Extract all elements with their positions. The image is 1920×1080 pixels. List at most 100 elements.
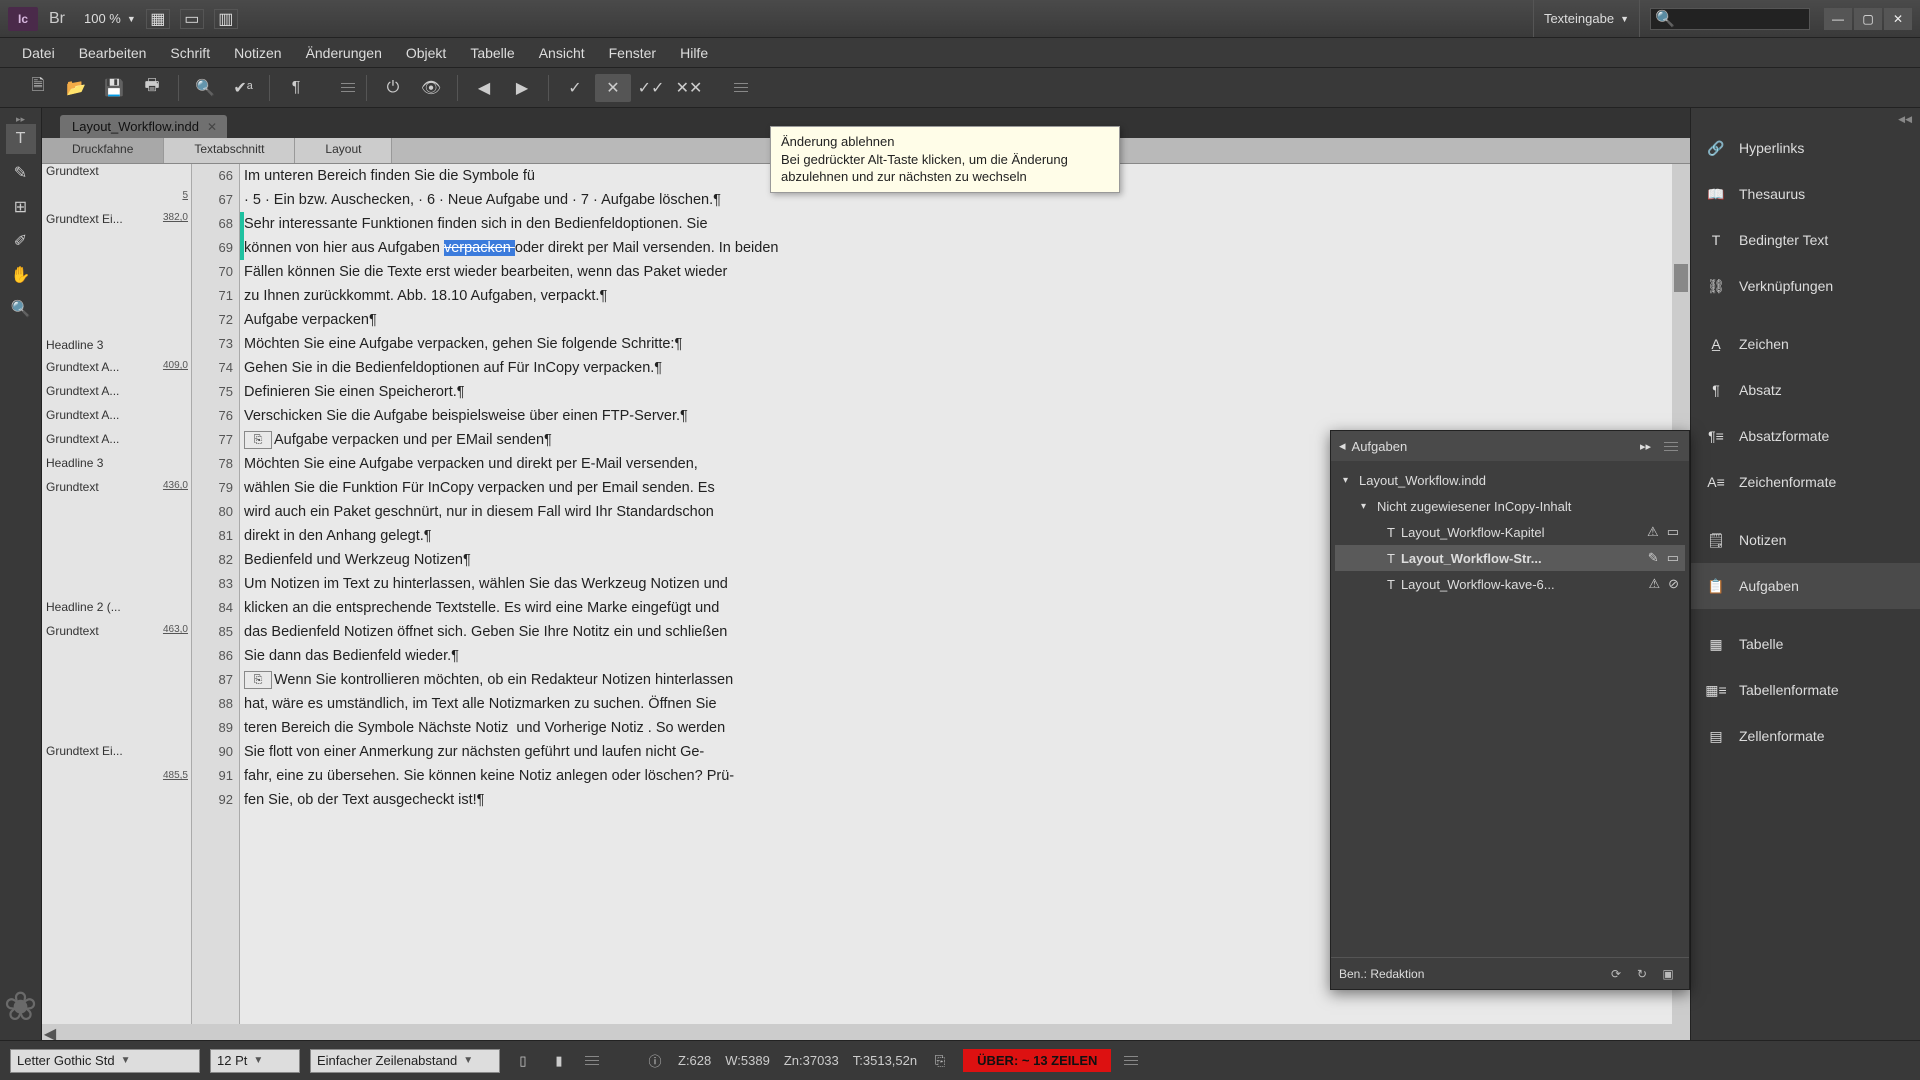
aufgaben-panel-header[interactable]: ◂ Aufgaben ▸▸ [1331,431,1689,461]
disclosure-icon[interactable]: ▾ [1361,501,1371,512]
view-mode-drop-3[interactable]: ▥ [214,9,238,29]
accept-change-icon[interactable]: ✓ [557,74,593,102]
new-doc-icon[interactable]: 🗎 [20,74,56,102]
panel-toggle-icon[interactable]: ◂ [1339,438,1346,454]
note-tool[interactable]: ✎ [6,158,36,188]
info-icon[interactable]: ⓘ [642,1050,668,1072]
goto-icon[interactable]: ▣ [1655,967,1681,981]
track-power-icon[interactable]: ⏻ [375,74,411,102]
scroll-left-icon[interactable]: ◀ [42,1024,58,1040]
hand-tool[interactable]: ✋ [6,260,36,290]
accept-all-icon[interactable]: ✓✓ [633,74,669,102]
text-line[interactable]: Sehr interessante Funktionen finden sich… [244,212,1672,236]
open-icon[interactable]: 📂 [58,74,94,102]
panel-absatz[interactable]: ¶Absatz [1691,367,1920,413]
columns-icon-1[interactable]: ▯ [510,1050,536,1072]
panel-bedingter text[interactable]: TBedingter Text [1691,217,1920,263]
disclosure-icon[interactable]: ▾ [1343,475,1353,486]
panel-verknüpfungen[interactable]: ⛓Verknüpfungen [1691,263,1920,309]
track-preview-icon[interactable]: 👁 [413,74,449,102]
panel-aufgaben[interactable]: 📋Aufgaben [1691,563,1920,609]
panel-tabelle[interactable]: ▦Tabelle [1691,621,1920,667]
panel-collapse-icon[interactable]: ▸▸ [1640,440,1651,453]
scrollbar-thumb[interactable] [1674,264,1688,292]
font-select[interactable]: Letter Gothic Std▼ [10,1049,200,1073]
view-mode-drop-1[interactable]: ▦ [146,9,170,29]
panel-notizen[interactable]: 🗒Notizen [1691,517,1920,563]
next-change-icon[interactable]: ▶ [504,74,540,102]
leading-select[interactable]: Einfacher Zeilenabstand▼ [310,1049,500,1073]
font-size-select[interactable]: 12 Pt▼ [210,1049,300,1073]
menu-bearbeiten[interactable]: Bearbeiten [67,45,159,61]
panel-menu-icon[interactable] [1661,442,1681,451]
zoom-level[interactable]: 100 %▼ [84,11,136,26]
close-button[interactable]: ✕ [1884,8,1912,30]
text-line[interactable]: Aufgabe verpacken¶ [244,308,1672,332]
aufgaben-item[interactable]: TLayout_Workflow-kave-6...⚠⊘ [1335,571,1685,597]
type-tool[interactable]: T [6,124,36,154]
print-icon[interactable]: 🖶 [134,74,170,102]
text-line[interactable]: Fällen können Sie die Texte erst wieder … [244,260,1672,284]
update-icon[interactable]: ⟳ [1603,967,1629,981]
workspace-switcher[interactable]: Texteingabe▼ [1533,0,1640,37]
panel-zeichenformate[interactable]: A≡Zeichenformate [1691,459,1920,505]
menu-tabelle[interactable]: Tabelle [458,45,526,61]
menu-datei[interactable]: Datei [10,45,67,61]
tracked-deletion[interactable]: verpacken [444,240,515,256]
panel-tabellenformate[interactable]: ▦≡Tabellenformate [1691,667,1920,713]
bridge-icon[interactable]: Br [44,8,70,30]
menu-objekt[interactable]: Objekt [394,45,458,61]
overset-icon[interactable]: ⎘ [927,1050,953,1072]
minimize-button[interactable]: — [1824,8,1852,30]
menu-ansicht[interactable]: Ansicht [527,45,597,61]
text-line[interactable]: Möchten Sie eine Aufgabe verpacken, gehe… [244,332,1672,356]
zoom-tool[interactable]: 🔍 [6,294,36,324]
toolbar-menu-1[interactable] [338,83,358,92]
panel-zeichen[interactable]: A̲Zeichen [1691,321,1920,367]
menu-schrift[interactable]: Schrift [158,45,222,61]
eyedropper-tool[interactable]: ✐ [6,226,36,256]
search-input[interactable]: 🔍 [1650,8,1810,30]
horizontal-scrollbar[interactable]: ◀ [42,1024,1690,1040]
menu-notizen[interactable]: Notizen [222,45,293,61]
text-line[interactable]: Definieren Sie einen Speicherort.¶ [244,380,1672,404]
text-line[interactable]: Verschicken Sie die Aufgabe beispielswei… [244,404,1672,428]
toolbar-menu-2[interactable] [731,83,751,92]
refresh-icon[interactable]: ↻ [1629,967,1655,981]
text-line[interactable]: können von hier aus Aufgaben verpacken o… [244,236,1672,260]
tree-group[interactable]: ▾ Nicht zugewiesener InCopy-Inhalt [1335,493,1685,519]
pilcrow-icon[interactable]: ¶ [278,74,314,102]
view-tab-druckfahne[interactable]: Druckfahne [42,138,164,163]
reject-all-icon[interactable]: ✕✕ [671,74,707,102]
aufgaben-item[interactable]: TLayout_Workflow-Kapitel⚠▭ [1335,519,1685,545]
tree-root[interactable]: ▾ Layout_Workflow.indd [1335,467,1685,493]
prev-change-icon[interactable]: ◀ [466,74,502,102]
panel-zellenformate[interactable]: ▤Zellenformate [1691,713,1920,759]
view-tab-textabschnitt[interactable]: Textabschnitt [164,138,295,163]
dock-collapse-icon[interactable]: ◀◀ [1691,114,1920,125]
reject-change-button[interactable]: ✕ [595,74,631,102]
view-mode-drop-2[interactable]: ▭ [180,9,204,29]
view-tab-layout[interactable]: Layout [295,138,392,163]
menu-hilfe[interactable]: Hilfe [668,45,720,61]
text-line[interactable]: Gehen Sie in die Bedienfeldoptionen auf … [244,356,1672,380]
save-icon[interactable]: 💾 [96,74,132,102]
columns-icon-2[interactable]: ▮ [546,1050,572,1072]
panel-thesaurus[interactable]: 📖Thesaurus [1691,171,1920,217]
position-tool[interactable]: ⊞ [6,192,36,222]
maximize-button[interactable]: ▢ [1854,8,1882,30]
panel-hyperlinks[interactable]: 🔗Hyperlinks [1691,125,1920,171]
palette-collapse-icon[interactable]: ▸▸ [16,114,25,120]
menu-änderungen[interactable]: Änderungen [294,45,394,61]
document-tab[interactable]: Layout_Workflow.indd ✕ [60,115,227,138]
status-menu-2[interactable] [1121,1056,1141,1065]
menu-fenster[interactable]: Fenster [597,45,668,61]
close-tab-icon[interactable]: ✕ [207,120,217,134]
spellcheck-icon[interactable]: ✔ᵃ [225,74,261,102]
find-icon[interactable]: 🔍 [187,74,223,102]
aufgaben-item[interactable]: TLayout_Workflow-Str...✎▭ [1335,545,1685,571]
text-line[interactable]: zu Ihnen zurückkommt. Abb. 18.10 Aufgabe… [244,284,1672,308]
status-menu-1[interactable] [582,1056,602,1065]
panel-absatzformate[interactable]: ¶≡Absatzformate [1691,413,1920,459]
aufgaben-tree[interactable]: ▾ Layout_Workflow.indd ▾ Nicht zugewiese… [1331,461,1689,957]
